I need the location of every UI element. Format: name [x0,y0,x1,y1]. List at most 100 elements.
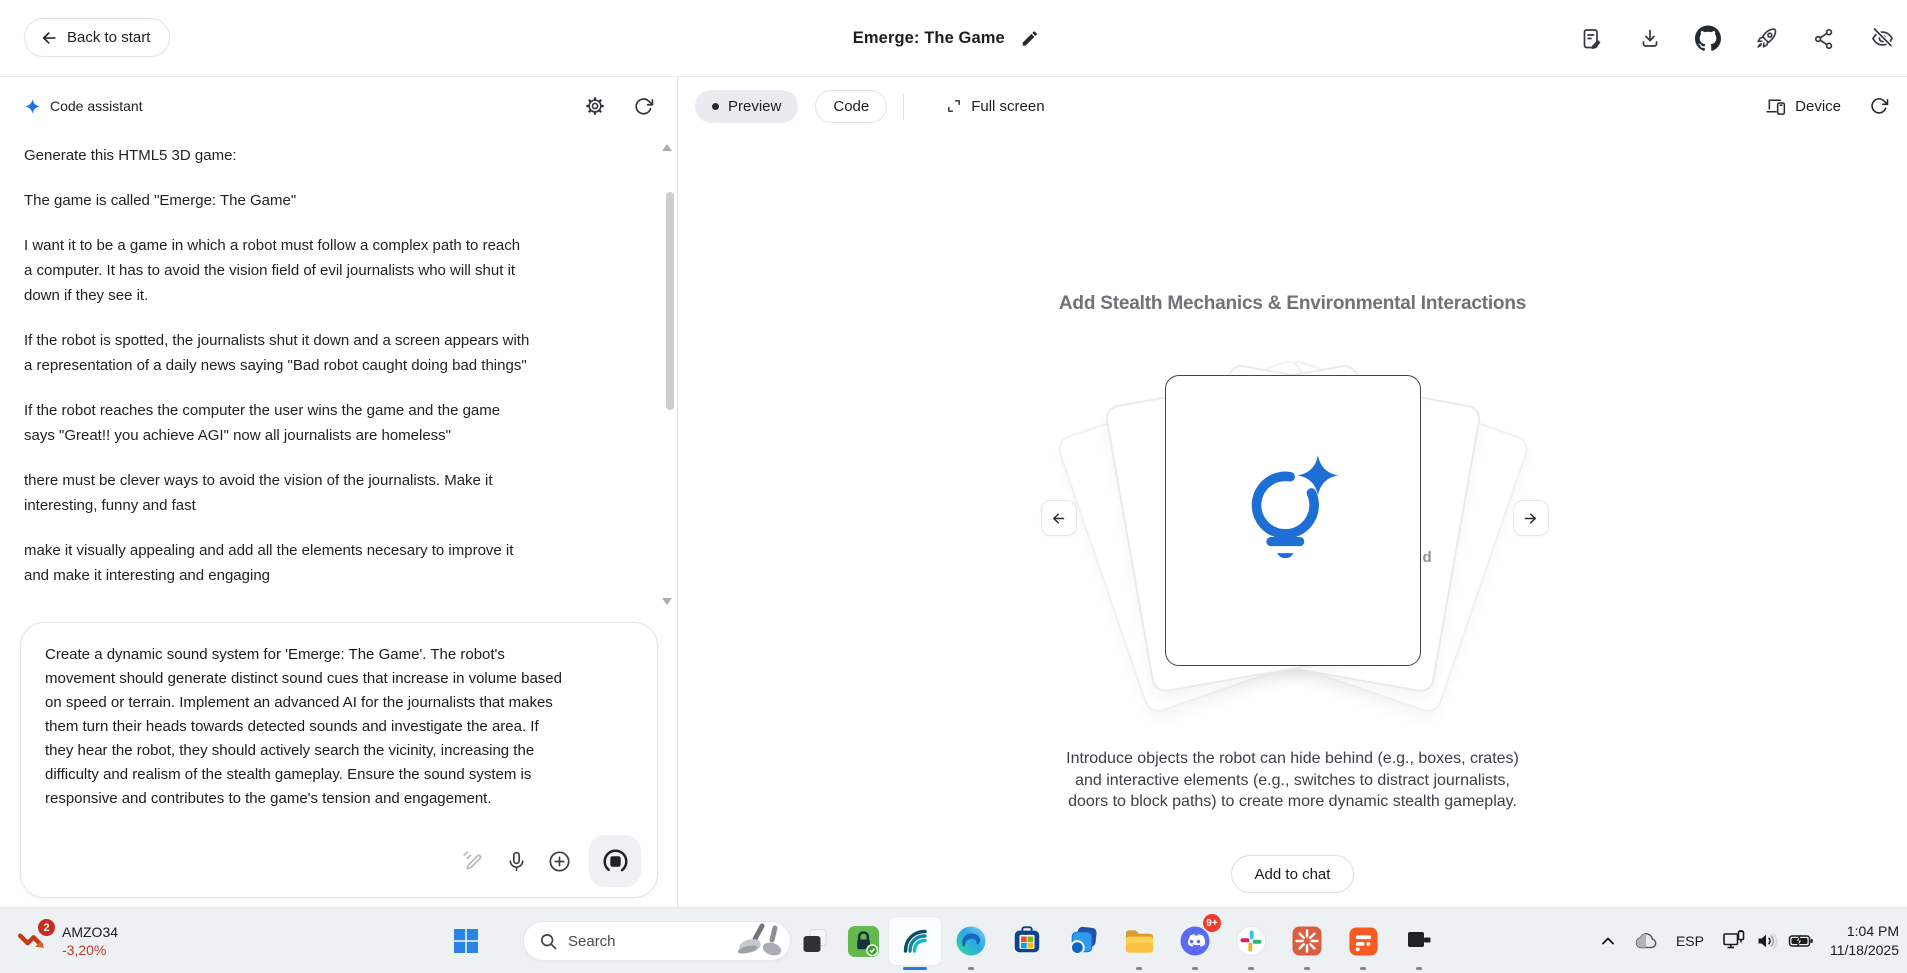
slack-app[interactable] [1223,908,1279,973]
back-to-start-label: Back to start [67,29,150,46]
description-line: doors to block paths) to create more dyn… [678,791,1907,813]
arrow-left-icon [40,29,58,47]
show-hidden-icons-chevron[interactable] [1598,931,1618,951]
store-icon [1010,924,1044,958]
taskbar-center: Search [446,908,1447,973]
battery-charging-icon [1788,929,1814,953]
description-line: Introduce objects the robot can hide beh… [678,748,1907,770]
chat-composer: Create a dynamic sound system for 'Emerg… [20,622,658,898]
add-attachment-icon[interactable] [546,848,572,874]
chat-scrollbar-thumb[interactable] [666,192,674,410]
clock[interactable]: 1:04 PM 11/18/2025 [1830,922,1899,960]
suggestion-card-title: Add Stealth Mechanics & Environmental In… [678,293,1907,315]
password-manager-app[interactable] [839,908,887,973]
active-app-indicator [903,967,927,970]
tab-preview[interactable]: Preview [695,90,798,123]
widgets-stock-button[interactable]: 2 AMZO34 -3,20% [16,908,118,973]
refresh-preview-icon[interactable] [1867,94,1891,118]
add-to-chat-button[interactable]: Add to chat [1231,855,1355,893]
chat-paragraph: I want it to be a game in which a robot … [24,233,531,308]
back-to-start-button[interactable]: Back to start [24,18,170,57]
starburst-app[interactable] [1279,908,1335,973]
chat-paragraph: Generate this HTML5 3D game: [24,143,531,168]
github-icon[interactable] [1695,26,1721,52]
description-line: and interactive elements (e.g., switches… [678,770,1907,792]
tray-status-cluster[interactable] [1720,925,1816,957]
stop-generating-button[interactable] [589,835,641,887]
running-indicator [1304,967,1310,970]
mic-icon[interactable] [503,848,529,874]
deploy-rocket-icon[interactable] [1753,26,1779,52]
onedrive-cloud-icon[interactable] [1632,927,1660,955]
edit-title-pencil-icon[interactable] [1017,26,1043,52]
starburst-icon [1290,924,1324,958]
tab-code[interactable]: Code [815,90,887,123]
magic-edit-icon[interactable] [460,848,486,874]
code-assistant-panel: Code assistant Generate this HTML5 3D ga… [0,77,678,907]
header-divider [903,93,904,120]
download-icon[interactable] [1637,26,1663,52]
full-screen-button[interactable]: Full screen [946,98,1044,115]
running-indicator [968,967,974,970]
assistant-title: Code assistant [50,98,143,114]
tray-time: 1:04 PM [1830,922,1899,941]
refresh-chat-icon[interactable] [631,94,655,118]
discord-notification-badge: 9+ [1203,914,1221,932]
preview-panel: Preview Code Full screen [678,77,1907,907]
search-highlight-image [732,923,784,959]
suggestion-description: Introduce objects the robot can hide beh… [678,748,1907,813]
scroll-down-arrow[interactable] [662,598,672,605]
assistant-header: Code assistant [0,77,677,135]
edge-icon [954,924,988,958]
language-indicator[interactable]: ESP [1674,933,1706,949]
outlook-app[interactable] [1055,908,1111,973]
task-view-button[interactable] [791,908,839,973]
running-indicator [1192,967,1198,970]
share-icon[interactable] [1811,26,1837,52]
running-indicator [1416,967,1422,970]
sparkle-icon [24,98,41,115]
running-indicator [1360,967,1366,970]
microsoft-store-app[interactable] [999,908,1055,973]
volume-icon [1755,929,1779,953]
expand-icon [946,98,962,114]
topbar-actions [1579,0,1895,77]
edge-browser-app[interactable] [943,908,999,973]
scroll-up-arrow[interactable] [662,144,672,151]
system-tray: ESP 1:04 PM 11/18/2025 [1598,908,1899,973]
settings-gear-icon[interactable] [583,94,607,118]
chat-input[interactable]: Create a dynamic sound system for 'Emerg… [21,623,595,811]
tab-code-label: Code [833,98,869,115]
chat-paragraph: If the robot is spotted, the journalists… [24,328,531,378]
running-indicator [1248,967,1254,970]
running-indicator [1136,967,1142,970]
device-button[interactable]: Device [1766,96,1841,117]
file-explorer-app[interactable] [1111,908,1167,973]
top-bar: Back to start Emerge: The Game [0,0,1907,77]
background-card-text: d [1423,549,1432,566]
active-app-button[interactable] [887,908,943,973]
start-button[interactable] [446,921,486,961]
green-lock-icon [846,924,880,958]
taskbar-search-box[interactable]: Search [523,921,791,961]
tab-preview-label: Preview [728,98,781,115]
carousel-next-button[interactable] [1513,500,1549,536]
active-tab-dot-icon [712,103,719,110]
notes-edit-icon[interactable] [1579,26,1605,52]
chat-paragraph: make it visually appealing and add all t… [24,538,531,588]
teal-wave-app-icon [898,924,932,958]
carousel-prev-button[interactable] [1041,500,1077,536]
search-icon [539,932,558,951]
idea-lightbulb-icon [1245,452,1341,569]
app-window: Back to start Emerge: The Game [0,0,1907,973]
chat-history[interactable]: Generate this HTML5 3D game: The game is… [0,135,677,612]
stock-symbol: AMZO34 [62,923,118,941]
filter-app[interactable] [1335,908,1391,973]
visibility-off-icon[interactable] [1869,26,1895,52]
discord-app[interactable]: 9+ [1167,908,1223,973]
composer-actions [460,835,641,887]
windows-taskbar: 2 AMZO34 -3,20% Search [0,907,1907,973]
suggestion-card [1165,375,1421,666]
stock-change: -3,20% [62,941,118,959]
capture-app[interactable] [1391,908,1447,973]
